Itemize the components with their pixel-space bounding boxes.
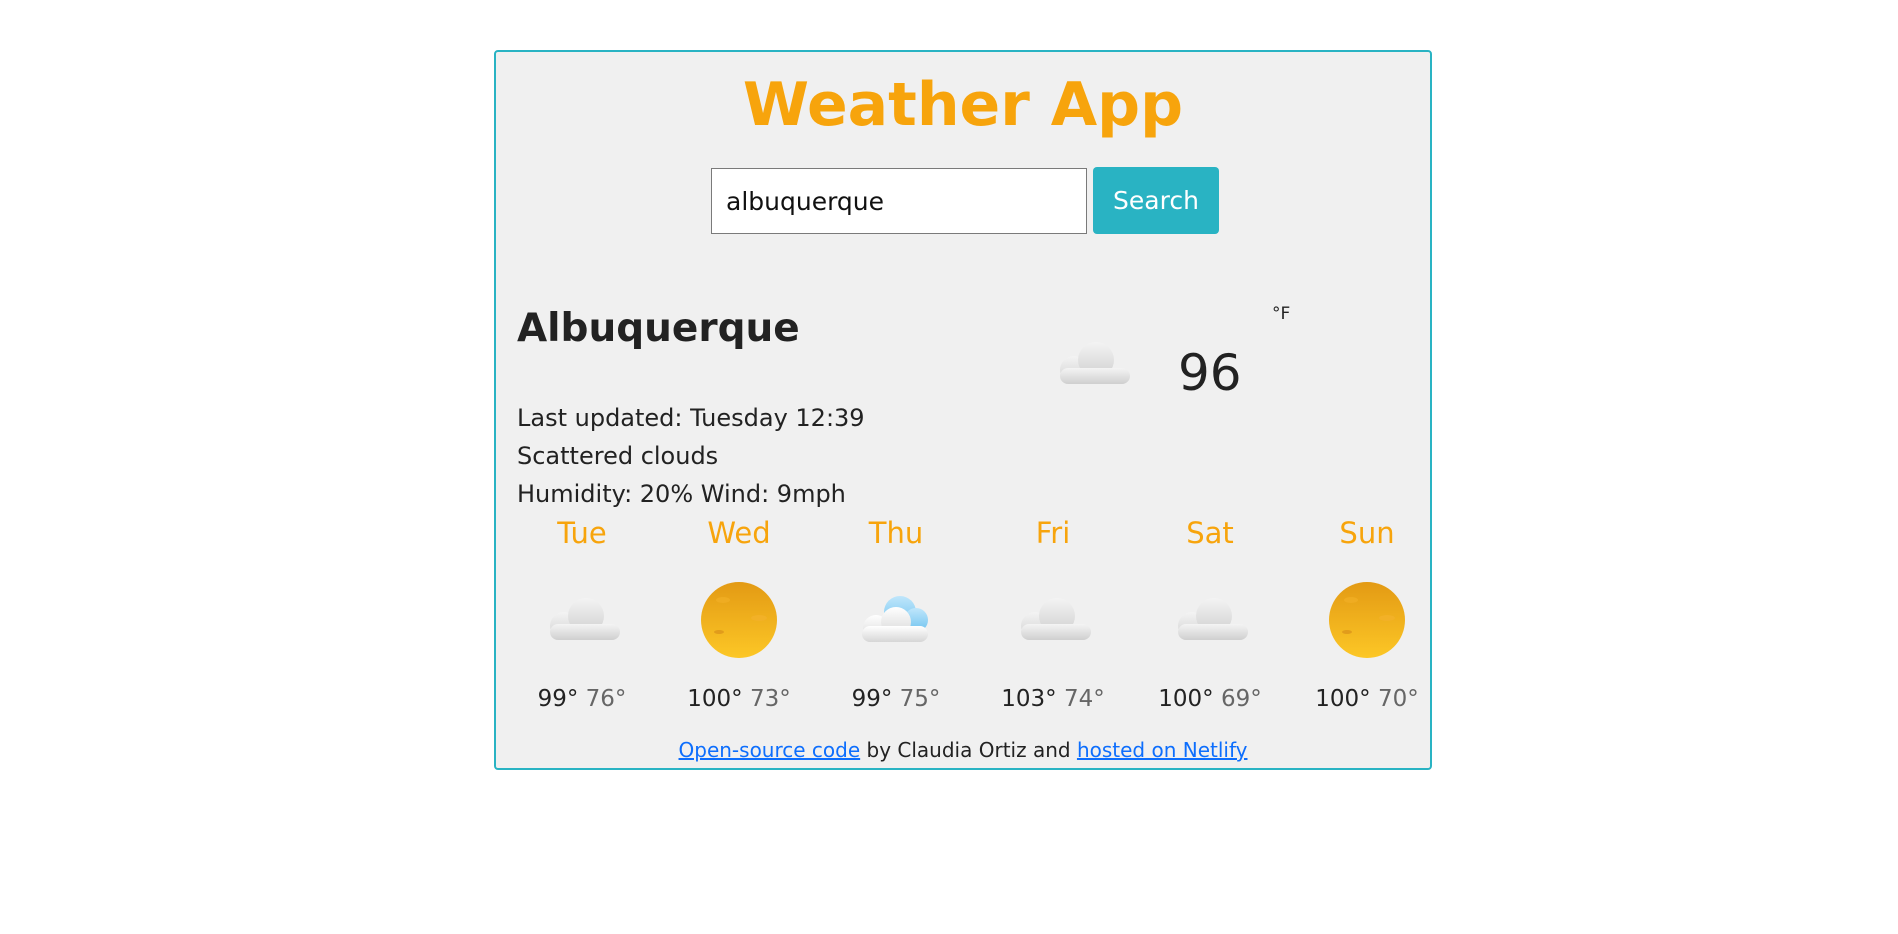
forecast-day: Wed 100° 73° [661,514,817,714]
current-temperature: 96 [1178,344,1242,402]
forecast-high: 103° [1001,686,1057,712]
forecast-low: 73° [749,686,791,712]
forecast-day: Sat 100° 69° [1132,514,1288,714]
forecast-low: 75° [899,686,941,712]
forecast-temps: 100° 73° [661,684,817,714]
cloud-icon [1060,342,1130,384]
humidity-wind: Humidity: 20% Wind: 9mph [517,480,846,508]
forecast-low: 74° [1063,686,1105,712]
temperature-unit: °F [1272,304,1291,324]
forecast: Tue 99° 76° Wed 100° 73° Thu 99° 75° Fri… [496,514,1434,724]
forecast-day-name: Fri [1035,516,1071,550]
forecast-day-name: Thu [868,516,924,550]
forecast-day: Sun 100° 70° [1289,514,1445,714]
open-source-code-link[interactable]: Open-source code [679,738,861,762]
forecast-temps: 100° 70° [1289,684,1445,714]
forecast-temps: 103° 74° [975,684,1131,714]
sun-icon [1329,582,1405,658]
weather-description: Scattered clouds [517,442,719,470]
forecast-day-name: Tue [557,516,607,550]
forecast-temps: 100° 69° [1132,684,1288,714]
forecast-day: Thu 99° 75° [818,514,974,714]
cloud-icon [1178,598,1248,640]
forecast-low: 69° [1220,686,1262,712]
forecast-high: 100° [1158,686,1214,712]
cloud-icon [1021,598,1091,640]
forecast-day: Tue 99° 76° [504,514,660,714]
city-search-input[interactable] [711,168,1087,234]
sun-icon [701,582,777,658]
forecast-high: 100° [1315,686,1371,712]
forecast-day-name: Sun [1339,516,1395,550]
footer-credit: by Claudia Ortiz and [866,738,1071,762]
forecast-day: Fri 103° 74° [975,514,1131,714]
last-updated: Last updated: Tuesday 12:39 [517,404,865,432]
netlify-link[interactable]: hosted on Netlify [1077,738,1248,762]
forecast-high: 99° [537,686,579,712]
forecast-day-name: Wed [707,516,771,550]
forecast-low: 76° [585,686,627,712]
footer: Open-source code by Claudia Ortiz and ho… [496,736,1430,764]
cloud-sun-icon [862,596,928,642]
forecast-temps: 99° 76° [504,684,660,714]
search-button[interactable]: Search [1093,167,1219,234]
cloud-icon [550,598,620,640]
forecast-temps: 99° 75° [818,684,974,714]
city-name: Albuquerque [517,306,800,351]
forecast-low: 70° [1377,686,1419,712]
forecast-high: 99° [851,686,893,712]
weather-app-card: Weather App Search Albuquerque Last upda… [494,50,1432,770]
forecast-day-name: Sat [1186,516,1234,550]
forecast-high: 100° [687,686,743,712]
app-title: Weather App [742,70,1184,140]
